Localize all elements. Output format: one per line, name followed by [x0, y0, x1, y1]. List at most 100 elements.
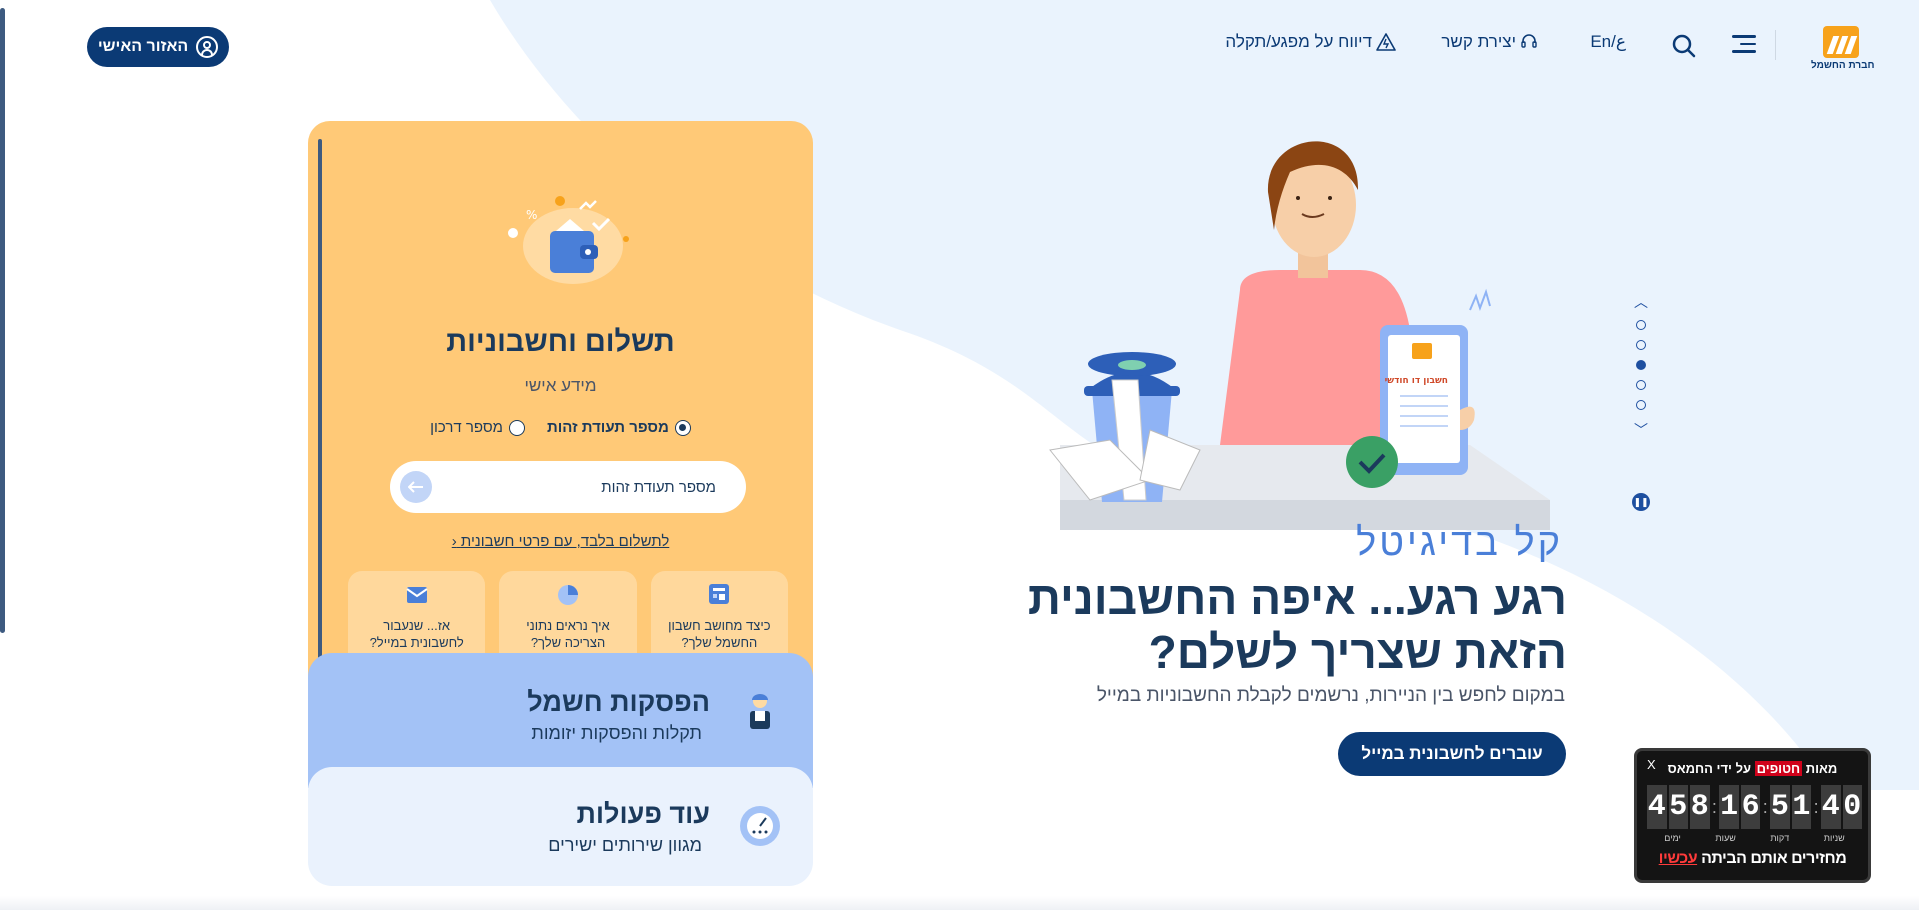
more-subtitle: מגוון שירותים ישירים — [548, 835, 702, 855]
slider-dot-3-active[interactable] — [1636, 360, 1646, 370]
payment-card: % תשלום וחשבוניות מידע אישי מספר תעודת ז… — [308, 121, 813, 681]
digit-seconds-2: 0 — [1842, 785, 1863, 829]
slider-dot-5[interactable] — [1636, 400, 1646, 410]
menu-icon[interactable] — [1732, 35, 1756, 55]
logo-mark-icon — [1823, 26, 1859, 58]
tile-1-line1: כיצד מחושב חשבון — [668, 618, 771, 633]
digit-separator: : — [1711, 797, 1717, 817]
id-number-input[interactable] — [390, 461, 746, 513]
digit-minutes-2: 1 — [1791, 785, 1812, 829]
countdown-title-post: על ידי החמאס — [1667, 761, 1752, 776]
chevron-left-icon: ‹ — [451, 533, 457, 550]
digit-minutes-1: 5 — [1770, 785, 1790, 829]
hero-illustration: חשבון דו חודשי — [1049, 141, 1550, 530]
nav-contact-label: יצירת קשר — [1441, 32, 1516, 51]
tablet-label: חשבון דו חודשי — [1385, 376, 1448, 386]
more-title: עוד פעולות — [576, 799, 710, 829]
warning-icon — [1376, 33, 1396, 51]
unit-minutes: דקות — [1770, 833, 1790, 843]
personal-area-label: האזור האישי — [97, 38, 189, 55]
meter-gauge-icon — [740, 806, 780, 846]
pay-only-link[interactable]: לתשלום בלבד, עם פרטי חשבונית ‹ — [308, 533, 813, 550]
slider-dot-2[interactable] — [1636, 340, 1646, 350]
digit-hours-2: 6 — [1740, 785, 1761, 829]
nav-report-label: דיווח על מפגע/תקלה — [1225, 32, 1372, 51]
hero-subtext: במקום לחפש בין הניירות, נרשמים לקבלת החש… — [1096, 685, 1565, 706]
hero-headline-line1: רגע רגע... איפה החשבונית — [1027, 572, 1567, 624]
card-scrollbar[interactable] — [318, 139, 322, 659]
personal-area-button[interactable]: האזור האישי — [87, 27, 229, 67]
slider-dot-1[interactable] — [1636, 320, 1646, 330]
pay-only-link-label: לתשלום בלבד, עם פרטי חשבונית — [460, 533, 670, 550]
slider-nav: ︿ ﹀ — [1630, 292, 1652, 440]
language-switch[interactable]: En/ع — [1590, 32, 1626, 52]
hostages-countdown-widget: X מאות חטופים על ידי החמאס 4 5 8 : 1 6 :… — [1634, 748, 1871, 883]
digit-hours-1: 1 — [1719, 785, 1739, 829]
wallet-icon: % — [508, 196, 629, 284]
radio-id-number[interactable]: מספר תעודת זהות — [547, 419, 691, 436]
site-logo[interactable]: חברת החשמל — [1811, 26, 1875, 71]
site-header: חברת החשמל En/ع יצירת קשר דיווח על מפגע/… — [0, 0, 1919, 92]
outage-subtitle: תקלות והפסקות יזומות — [531, 723, 702, 743]
digit-days-1: 4 — [1647, 785, 1667, 829]
unit-days: ימים — [1664, 833, 1681, 843]
digit-separator: : — [1813, 797, 1819, 817]
arrow-left-icon — [408, 481, 423, 493]
tile-3-line1: אז... שנעבור — [383, 618, 451, 633]
radio-passport-label: מספר דרכון — [430, 419, 503, 436]
more-actions-card[interactable]: עוד פעולות מגוון שירותים ישירים — [308, 767, 813, 886]
countdown-footer-pre: מחזירים אותם הביתה — [1701, 850, 1847, 867]
background-shape — [490, 0, 1919, 790]
services-panel: % תשלום וחשבוניות מידע אישי מספר תעודת ז… — [308, 121, 813, 886]
nav-contact[interactable]: יצירת קשר — [1441, 32, 1538, 52]
user-icon — [196, 36, 219, 58]
svg-text:%: % — [526, 208, 537, 222]
payment-subtitle: מידע אישי — [524, 376, 597, 395]
page-scrollbar[interactable] — [0, 8, 5, 633]
bottom-fade — [0, 896, 1919, 910]
search-icon[interactable] — [1671, 33, 1697, 59]
digit-days-2: 5 — [1668, 785, 1688, 829]
tile-3-line2: לחשבונית במייל? — [369, 635, 464, 650]
countdown-footer-highlight: עכשיו — [1658, 850, 1698, 867]
slider-dot-4[interactable] — [1636, 380, 1646, 390]
language-label: En/ع — [1590, 32, 1626, 51]
id-type-radio-group: מספר תעודת זהות מספר דרכון — [308, 419, 813, 436]
outage-title: הפסקות חשמל — [527, 687, 710, 717]
radio-id-label: מספר תעודת זהות — [546, 419, 669, 436]
countdown-title-highlight: חטופים — [1754, 761, 1803, 776]
digit-seconds-1: 4 — [1821, 785, 1841, 829]
tile-2-line2: הצריכה שלך? — [530, 635, 606, 650]
countdown-title-pre: מאות — [1805, 761, 1838, 776]
email-invoice-cta-button[interactable]: עוברים לחשבונית במייל — [1338, 732, 1566, 776]
digit-separator: : — [1762, 797, 1768, 817]
header-divider — [1775, 30, 1776, 60]
countdown-digits: 4 5 8 : 1 6 : 5 1 : 4 0 — [1647, 785, 1863, 829]
headset-icon — [1521, 34, 1537, 48]
tile-1-line2: החשמל שלך? — [681, 635, 758, 650]
digit-days-3: 8 — [1690, 785, 1710, 829]
countdown-footer[interactable]: מחזירים אותם הביתה עכשיו — [1637, 850, 1868, 868]
pause-icon[interactable]: ❚❚ — [1632, 493, 1650, 511]
calculator-bill-icon — [709, 584, 730, 604]
payment-title: תשלום וחשבוניות — [446, 326, 675, 358]
chevron-up-icon[interactable]: ︿ — [1630, 292, 1652, 312]
unit-hours: שעות — [1715, 833, 1736, 843]
hero-headline: רגע רגע... איפה החשבונית הזאת שצריך לשלם… — [1028, 571, 1567, 679]
radio-dot[interactable] — [508, 419, 525, 436]
radio-dot-selected[interactable] — [674, 419, 691, 436]
technician-icon — [750, 694, 770, 729]
nav-report-outage[interactable]: דיווח על מפגע/תקלה — [1225, 32, 1396, 52]
countdown-title: מאות חטופים על ידי החמאס — [1637, 761, 1868, 776]
radio-passport[interactable]: מספר דרכון — [430, 419, 525, 436]
hero-kicker: קל בדיגיטל — [1356, 522, 1563, 564]
chevron-down-icon[interactable]: ﹀ — [1630, 420, 1652, 440]
unit-seconds: שניות — [1823, 833, 1845, 843]
email-icon — [406, 587, 428, 603]
logo-text: חברת החשמל — [1811, 60, 1875, 71]
pie-chart-icon — [558, 585, 578, 605]
countdown-units: ימים שעות דקות שניות — [1647, 833, 1862, 843]
hero-headline-line2: הזאת שצריך לשלם? — [1148, 626, 1567, 678]
tile-2-line1: איך נראים נתוני — [526, 618, 610, 633]
submit-arrow-button[interactable] — [400, 471, 432, 503]
